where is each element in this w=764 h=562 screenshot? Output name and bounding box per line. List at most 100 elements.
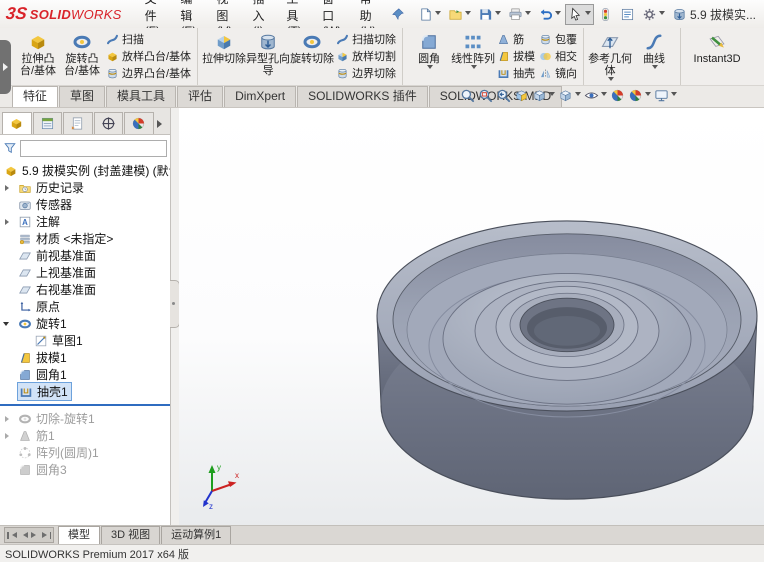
tab-features[interactable]: 特征 — [12, 86, 59, 107]
dropdown-caret-icon[interactable] — [434, 10, 441, 18]
dropdown-caret-icon[interactable] — [608, 77, 615, 84]
dropdown-caret-icon[interactable] — [464, 10, 471, 18]
dropdown-caret-icon[interactable] — [584, 10, 591, 18]
intersect-button[interactable]: 相交 — [539, 48, 577, 65]
reference-geometry-button[interactable]: 参考几何体 — [588, 30, 632, 85]
last-tab-button[interactable] — [41, 530, 51, 540]
dropdown-caret-icon[interactable] — [524, 10, 531, 18]
save-button[interactable] — [475, 4, 504, 25]
print-button[interactable] — [505, 4, 534, 25]
expand-arrow-icon[interactable] — [5, 432, 12, 439]
dropdown-caret-icon[interactable] — [652, 65, 659, 72]
tab-3d-views[interactable]: 3D 视图 — [101, 526, 161, 544]
tree-item-right-plane[interactable]: 右视基准面 — [0, 281, 170, 298]
tree-item-fillet3[interactable]: 圆角3 — [0, 461, 170, 478]
tab-sketch[interactable]: 草图 — [59, 86, 106, 107]
revolved-boss-base-button[interactable]: 旋转凸台/基体 — [60, 30, 104, 79]
rebuild-button[interactable] — [595, 4, 616, 25]
tree-item-sensors[interactable]: 传感器 — [0, 196, 170, 213]
undo-button[interactable] — [535, 4, 564, 25]
dropdown-caret-icon[interactable] — [658, 10, 665, 18]
tree-root-part[interactable]: 5.9 拔模实例 (封盖建模) (默认<<默认 — [0, 162, 170, 179]
tab-mold-tools[interactable]: 模具工具 — [106, 86, 177, 107]
panel-splitter[interactable] — [170, 108, 180, 525]
rollback-bar[interactable] — [0, 404, 170, 406]
previous-view-button[interactable] — [496, 88, 511, 103]
feature-flyout-collapsed-tab[interactable] — [0, 40, 11, 94]
next-tab-button[interactable] — [30, 530, 39, 540]
curves-button[interactable]: 曲线 — [632, 30, 676, 74]
tab-model[interactable]: 模型 — [58, 526, 100, 544]
open-button[interactable] — [445, 4, 474, 25]
options-button[interactable] — [639, 4, 668, 25]
pin-icon[interactable] — [391, 7, 405, 21]
rib-button[interactable]: 筋 — [497, 31, 535, 48]
mirror-button[interactable]: 镜向 — [539, 65, 577, 82]
anchor-button[interactable] — [669, 4, 690, 25]
collapse-arrow-icon[interactable] — [3, 321, 9, 329]
section-view-button[interactable] — [514, 88, 529, 103]
extruded-cut-button[interactable]: 拉伸切除 — [202, 30, 246, 67]
tree-item-annotations[interactable]: 注解 — [0, 213, 170, 230]
sweep-button[interactable]: 扫描 — [106, 31, 191, 48]
view-orientation-button[interactable] — [532, 88, 555, 103]
tree-item-sketch1[interactable]: 草图1 — [0, 332, 170, 349]
extruded-boss-base-button[interactable]: 拉伸凸台/基体 — [16, 30, 60, 79]
dropdown-caret-icon[interactable] — [554, 10, 561, 18]
lofted-cut-button[interactable]: 放样切割 — [336, 48, 396, 65]
zoom-to-area-button[interactable] — [478, 88, 493, 103]
new-document-button[interactable] — [415, 4, 444, 25]
dropdown-caret-icon[interactable] — [671, 92, 677, 99]
expand-arrow-icon[interactable] — [5, 415, 12, 422]
dropdown-caret-icon[interactable] — [601, 92, 607, 99]
zoom-to-fit-button[interactable] — [460, 88, 475, 103]
tab-dimxpert-manager[interactable] — [93, 112, 124, 134]
tree-item-origin[interactable]: 原点 — [0, 298, 170, 315]
draft-button[interactable]: 拔模 — [497, 48, 535, 65]
view-settings-button[interactable] — [654, 88, 677, 103]
display-style-button[interactable] — [558, 88, 581, 103]
tab-solidworks-addins[interactable]: SOLIDWORKS 插件 — [297, 86, 428, 107]
tree-item-history[interactable]: 历史记录 — [0, 179, 170, 196]
lofted-boss-base-button[interactable]: 放样凸台/基体 — [106, 48, 191, 65]
tab-display-manager[interactable] — [124, 112, 154, 134]
tree-item-front-plane[interactable]: 前视基准面 — [0, 247, 170, 264]
shell-button[interactable]: 抽壳 — [497, 65, 535, 82]
tree-item-circular-pattern1[interactable]: 阵列(圆周)1 — [0, 444, 170, 461]
tab-motion-study1[interactable]: 运动算例1 — [161, 526, 232, 544]
tree-item-draft1[interactable]: 拔模1 — [0, 349, 170, 366]
apply-scene-button[interactable] — [628, 88, 651, 103]
tree-item-material[interactable]: 材质 <未指定> — [0, 230, 170, 247]
tree-item-top-plane[interactable]: 上视基准面 — [0, 264, 170, 281]
tree-item-revolve1[interactable]: 旋转1 — [0, 315, 170, 332]
dropdown-caret-icon[interactable] — [645, 92, 651, 99]
tab-featuremanager-tree[interactable] — [2, 112, 32, 134]
select-button[interactable] — [564, 3, 594, 25]
boundary-cut-button[interactable]: 边界切除 — [336, 65, 396, 82]
revolved-cut-button[interactable]: 旋转切除 — [290, 30, 334, 67]
graphics-viewport[interactable]: y x z — [179, 108, 764, 525]
panel-expand-button[interactable] — [155, 113, 168, 134]
fillet-button[interactable]: 圆角 — [407, 30, 451, 74]
filter-input[interactable] — [20, 139, 167, 157]
tab-evaluate[interactable]: 评估 — [177, 86, 224, 107]
dropdown-caret-icon[interactable] — [427, 65, 434, 72]
dropdown-caret-icon[interactable] — [494, 10, 501, 18]
hole-wizard-button[interactable]: 异型孔向导 — [246, 30, 290, 79]
dropdown-caret-icon[interactable] — [575, 92, 581, 99]
wrap-button[interactable]: 包覆 — [539, 31, 577, 48]
instant3d-button[interactable]: Instant3D — [685, 30, 749, 67]
document-properties-button[interactable] — [617, 4, 638, 25]
dropdown-caret-icon[interactable] — [471, 65, 478, 72]
boundary-boss-base-button[interactable]: 边界凸台/基体 — [106, 65, 191, 82]
tab-property-manager[interactable] — [32, 112, 63, 134]
tab-configuration-manager[interactable] — [63, 112, 93, 134]
expand-arrow-icon[interactable] — [5, 184, 12, 191]
hide-show-items-button[interactable] — [584, 88, 607, 103]
first-tab-button[interactable] — [7, 530, 17, 540]
linear-pattern-button[interactable]: 线性阵列 — [451, 30, 495, 74]
expand-arrow-icon[interactable] — [5, 218, 12, 225]
tree-item-shell1[interactable]: 抽壳1 — [0, 382, 170, 401]
tree-item-cut-revolve1[interactable]: 切除-旋转1 — [0, 410, 170, 427]
tree-item-fillet1[interactable]: 圆角1 — [0, 366, 170, 383]
